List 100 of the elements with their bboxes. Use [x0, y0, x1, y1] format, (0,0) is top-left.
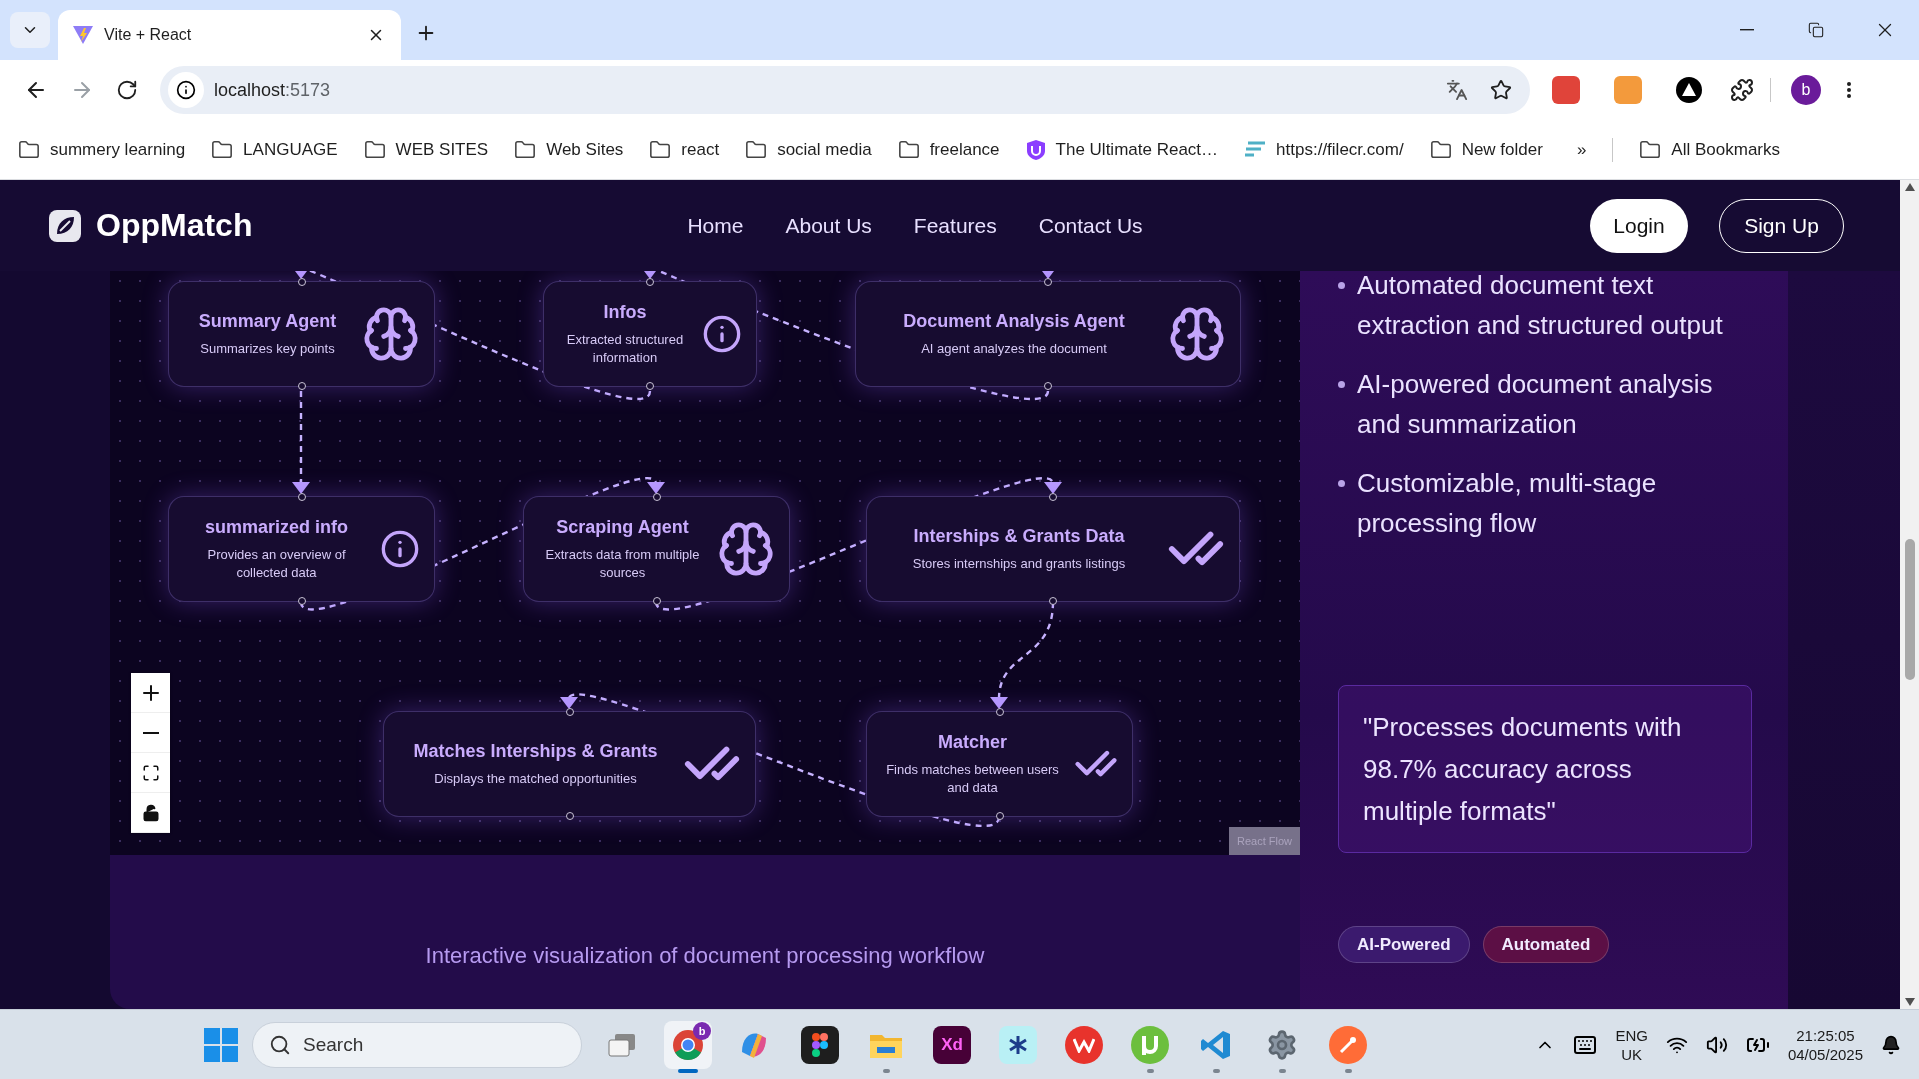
bookmark-link[interactable]: WEB SITES	[363, 138, 489, 161]
bookmark-link[interactable]: react	[649, 138, 720, 161]
fit-view-button[interactable]	[131, 753, 170, 793]
bookmark-link[interactable]: The Ultimate React…	[1025, 138, 1219, 161]
star-icon	[1490, 79, 1512, 101]
language-text[interactable]: ENG	[1615, 1026, 1648, 1044]
bookmark-link[interactable]: Web Sites	[514, 138, 624, 161]
bookmark-link[interactable]: LANGUAGE	[211, 138, 338, 161]
connection-handle[interactable]	[646, 382, 654, 390]
node-description: Extracted structured information	[565, 330, 685, 367]
menu-icon	[1847, 82, 1851, 98]
windows-stack-icon	[607, 1031, 637, 1058]
node-description: Finds matches between users and data	[885, 760, 1060, 797]
nav-link[interactable]: Home	[687, 213, 744, 238]
zigzag-icon	[1073, 1036, 1095, 1053]
quote-text: "Processes documents with 98.7% accuracy across multiple formats"	[1363, 712, 1682, 826]
login-button[interactable]: Login	[1590, 198, 1688, 253]
scrollbar[interactable]	[1900, 180, 1919, 1009]
flow-node[interactable]: Infos Extracted structured information	[543, 281, 757, 387]
connection-handle[interactable]	[646, 278, 654, 286]
search-placeholder: Search	[303, 1033, 364, 1056]
flow-node[interactable]: summarized info Provides an overview of collected data	[168, 496, 435, 602]
design-app-button[interactable]	[801, 1025, 839, 1064]
zoom-out-button[interactable]	[131, 713, 170, 753]
flow-node[interactable]: Document Analysis Agent AI agent analyzes the document	[855, 281, 1241, 387]
profile-avatar[interactable]: b	[1791, 75, 1821, 105]
search-field[interactable]: Search	[252, 1021, 582, 1068]
address-bar[interactable]: localhost:5173	[160, 66, 1530, 114]
mu-icon	[1140, 1033, 1160, 1056]
feature-text: Automated document text extraction and structured output	[1357, 269, 1724, 342]
nav-link[interactable]: Contact Us	[1038, 213, 1143, 238]
connection-handle[interactable]	[1044, 278, 1052, 286]
connection-handle[interactable]	[297, 382, 306, 390]
info-icon	[702, 314, 742, 354]
connection-handle[interactable]	[995, 708, 1004, 716]
clock-date[interactable]: 04/05/2025	[1787, 1045, 1863, 1063]
zoom-in-button[interactable]	[131, 673, 170, 713]
connection-handle[interactable]	[565, 812, 574, 820]
restore-icon	[1807, 22, 1824, 38]
browser-tab[interactable]: Vite + React	[58, 10, 401, 60]
flow-node[interactable]: Matcher Finds matches between users and data	[866, 711, 1133, 817]
more-bookmarks-button[interactable]: »	[1576, 139, 1587, 160]
region-text[interactable]: UK	[1621, 1045, 1643, 1063]
office-app-button[interactable]	[1065, 1025, 1103, 1064]
flow-node[interactable]: Summary Agent Summarizes key points	[168, 281, 435, 387]
flow-node[interactable]: Interships & Grants Data Stores internships and grants listings	[866, 496, 1240, 602]
tag-label: AI-Powered	[1338, 926, 1470, 963]
folder-icon	[18, 138, 40, 161]
folder-icon	[1429, 138, 1452, 161]
asterisk-app-button[interactable]	[999, 1025, 1037, 1064]
ring-logo-icon	[672, 1028, 704, 1061]
folder-icon	[363, 138, 386, 161]
connection-handle[interactable]	[565, 708, 574, 716]
connection-handle[interactable]	[995, 812, 1004, 820]
info-icon	[176, 80, 196, 100]
caption-text: Interactive visualization of document processing workflow	[425, 943, 985, 969]
notifications-icon[interactable]	[1881, 1034, 1901, 1055]
pen-icon	[1338, 1034, 1358, 1055]
scrollbar-thumb[interactable]	[1904, 539, 1915, 680]
connection-handle[interactable]	[297, 493, 306, 501]
nav-link[interactable]: About Us	[785, 213, 872, 238]
scroll-down-icon[interactable]	[1904, 998, 1915, 1006]
connection-handle[interactable]	[652, 493, 661, 501]
scroll-up-icon[interactable]	[1904, 183, 1915, 191]
design-app-button[interactable]: Xd	[933, 1025, 971, 1064]
fit-view-icon	[141, 763, 160, 782]
node-title: Infos	[603, 301, 647, 323]
folder-icon	[211, 138, 234, 161]
browser-app-button[interactable]: b	[664, 1020, 712, 1069]
all-bookmarks-link[interactable]: All Bookmarks	[1639, 138, 1780, 161]
search-icon	[269, 1033, 291, 1056]
bookmark-link[interactable]: summery learning	[18, 138, 186, 161]
extension-icon[interactable]	[1552, 76, 1580, 104]
node-description: Displays the matched opportunities	[434, 769, 637, 788]
connection-handle[interactable]	[1049, 493, 1057, 501]
bookmark-link[interactable]: freelance	[897, 138, 1000, 161]
bookmark-link[interactable]: New folder	[1429, 138, 1543, 161]
tab-title: Vite + React	[104, 26, 193, 44]
node-title: Scraping Agent	[556, 516, 689, 538]
connection-handle[interactable]	[297, 278, 306, 286]
windows-logo-icon	[204, 1027, 238, 1062]
connection-handle[interactable]	[1049, 597, 1057, 605]
bookmark-link[interactable]: https://filecr.com/	[1244, 139, 1404, 160]
nav-link[interactable]: Features	[913, 213, 997, 238]
connection-handle[interactable]	[297, 597, 306, 605]
node-title: Summary Agent	[198, 310, 337, 332]
node-description: Extracts data from multiple sources	[544, 545, 701, 582]
asterisk-icon	[1008, 1034, 1028, 1055]
flow-node[interactable]: Matches Interships & Grants Displays the matched opportunities	[383, 711, 756, 817]
clock-time[interactable]: 21:25:05	[1796, 1026, 1855, 1044]
site-info-button[interactable]	[168, 72, 204, 108]
flow-node[interactable]: Scraping Agent Extracts data from multiple sources	[523, 496, 790, 602]
folder-icon	[897, 138, 920, 161]
node-description: Provides an overview of collected data	[206, 545, 347, 582]
lock-button[interactable]	[131, 793, 170, 833]
gear-icon	[1266, 1028, 1298, 1061]
folder-icon	[514, 138, 537, 161]
connection-handle[interactable]	[652, 597, 661, 605]
bookmark-link[interactable]: social media	[745, 138, 872, 161]
connection-handle[interactable]	[1044, 382, 1052, 390]
